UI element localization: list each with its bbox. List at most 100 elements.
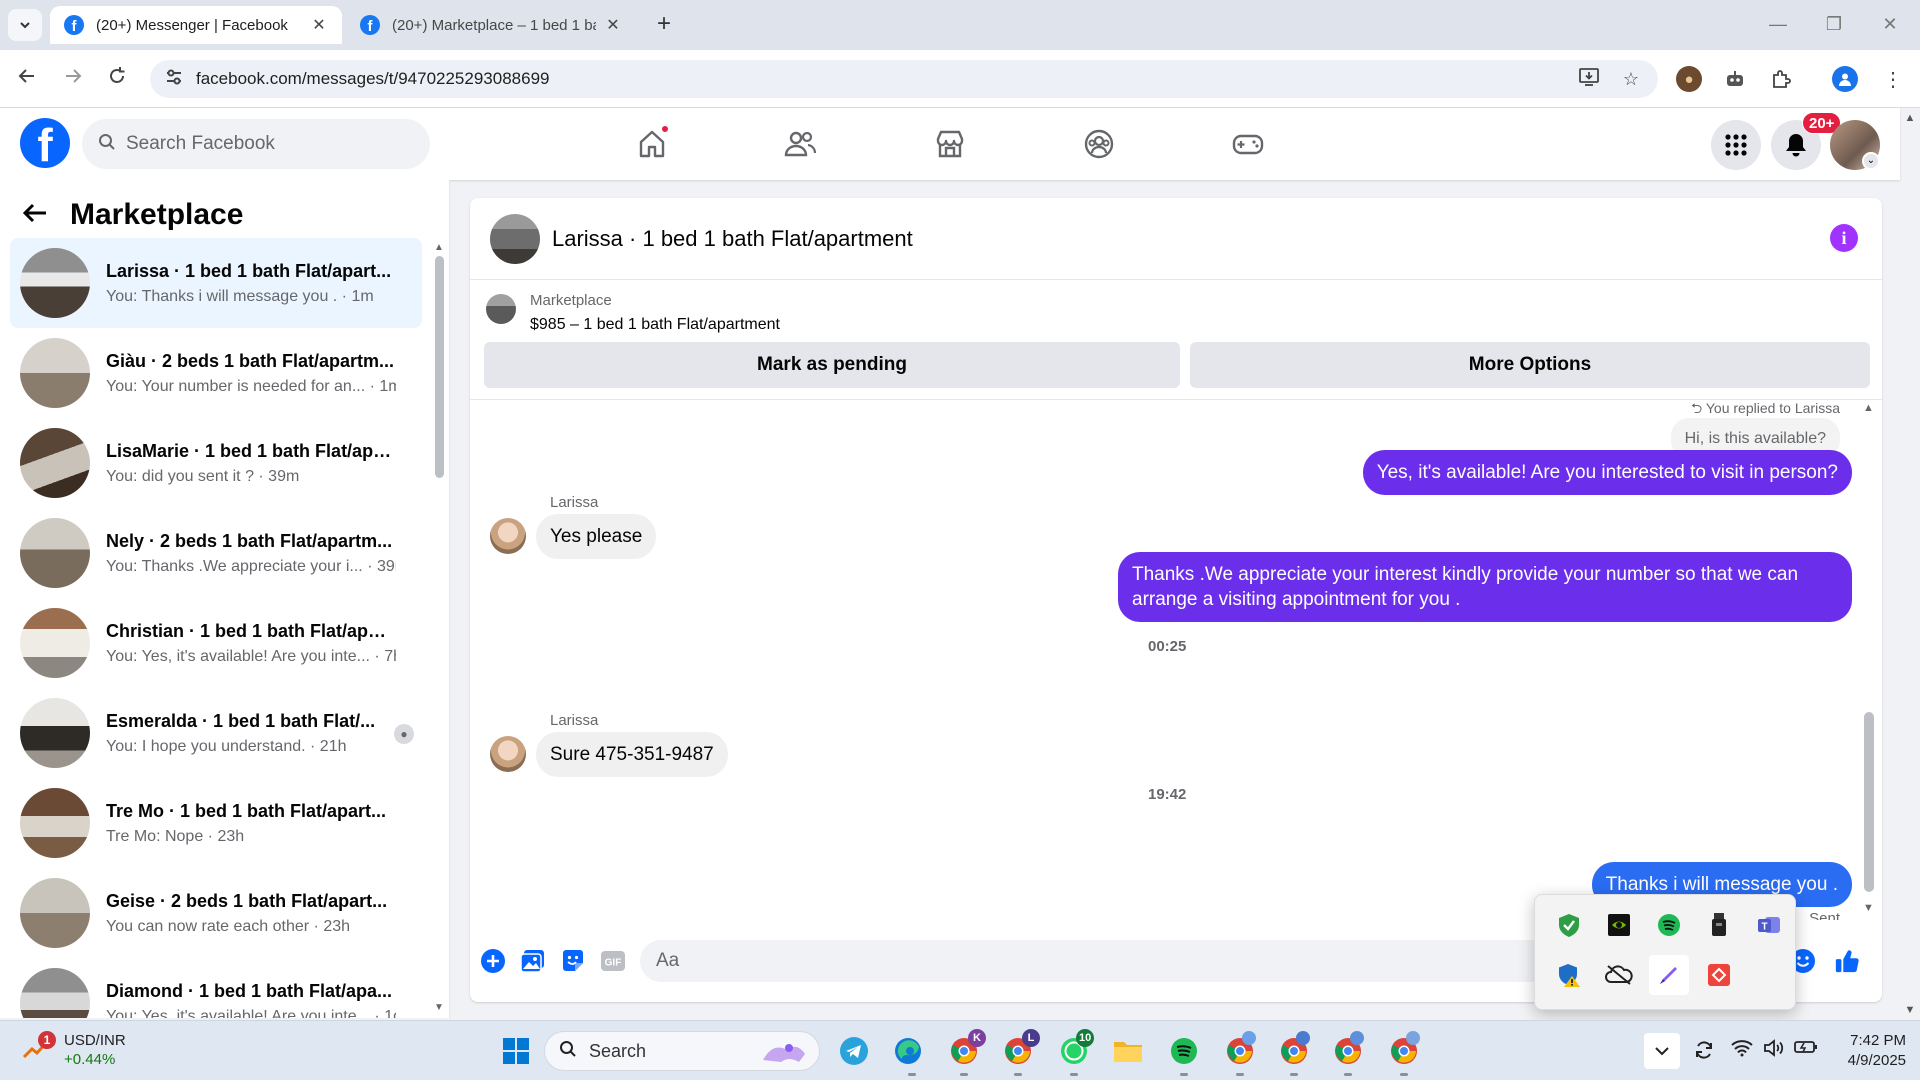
chat-title[interactable]: Larissa · 1 bed 1 bath Flat/apartment: [552, 226, 913, 252]
page-scroll-down-arrow[interactable]: ▼: [1900, 1004, 1920, 1016]
incoming-message[interactable]: Sure 475-351-9487: [536, 732, 728, 777]
onedrive-off-icon[interactable]: [1599, 955, 1639, 995]
bookmark-star-icon[interactable]: ☆: [1616, 69, 1646, 90]
chrome-profile-icon[interactable]: [1222, 1031, 1258, 1069]
conversation-item[interactable]: Tre Mo · 1 bed 1 bath Flat/apart... Tre M…: [10, 778, 422, 868]
teams-icon[interactable]: T: [1749, 905, 1789, 945]
chrome-profile-icon[interactable]: [1386, 1031, 1422, 1069]
scrollbar-thumb[interactable]: [435, 256, 444, 478]
address-bar[interactable]: facebook.com/messages/t/9470225293088699…: [150, 60, 1658, 98]
arrow-left-icon[interactable]: [22, 199, 56, 231]
new-tab-button[interactable]: +: [650, 11, 678, 39]
show-hidden-icons-button[interactable]: [1644, 1033, 1680, 1069]
nvidia-icon[interactable]: [1599, 905, 1639, 945]
search-facebook[interactable]: [82, 119, 430, 169]
tab-marketplace[interactable]: f (20+) Marketplace – 1 bed 1 ba ✕: [346, 6, 636, 44]
gif-icon[interactable]: GIF: [600, 948, 626, 974]
file-explorer-icon[interactable]: [1110, 1033, 1146, 1069]
add-icon[interactable]: [480, 948, 506, 974]
mark-as-pending-button[interactable]: Mark as pending: [484, 342, 1180, 388]
minimize-button[interactable]: —: [1758, 10, 1798, 38]
conversation-item[interactable]: Diamond · 1 bed 1 bath Flat/apa... You: Y…: [10, 958, 422, 1018]
more-options-button[interactable]: More Options: [1190, 342, 1870, 388]
market-widget[interactable]: 1 USD/INR +0.44%: [20, 1031, 126, 1069]
reload-button[interactable]: [102, 64, 132, 94]
nav-home[interactable]: [592, 116, 712, 172]
nav-friends[interactable]: [740, 116, 860, 172]
sticker-icon[interactable]: [560, 948, 586, 974]
info-icon[interactable]: i: [1830, 224, 1858, 252]
scroll-down-arrow[interactable]: ▼: [1863, 902, 1874, 914]
nav-marketplace[interactable]: [890, 116, 1010, 172]
battery-icon[interactable]: [1794, 1039, 1818, 1060]
outgoing-message[interactable]: Thanks .We appreciate your interest kind…: [1118, 552, 1852, 622]
edge-icon[interactable]: [890, 1033, 926, 1069]
outgoing-message[interactable]: Yes, it's available! Are you interested …: [1362, 450, 1852, 495]
conversation-item[interactable]: Giàu · 2 beds 1 bath Flat/apartm... You: …: [10, 328, 422, 418]
photo-icon[interactable]: [520, 948, 546, 974]
sync-icon[interactable]: [1692, 1039, 1716, 1066]
conversation-item[interactable]: Nely · 2 beds 1 bath Flat/apartm... You: …: [10, 508, 422, 598]
start-button[interactable]: [498, 1033, 534, 1069]
profile-icon[interactable]: [1832, 66, 1858, 92]
listing-title[interactable]: $985 – 1 bed 1 bath Flat/apartment: [530, 316, 780, 334]
conversation-item[interactable]: Esmeralda · 1 bed 1 bath Flat/... You: I …: [10, 688, 422, 778]
message-input[interactable]: [656, 950, 1556, 972]
chrome-profile-k-icon[interactable]: K: [946, 1029, 986, 1069]
chrome-profile-l-icon[interactable]: L: [1000, 1029, 1040, 1069]
tab-messenger[interactable]: f (20+) Messenger | Facebook ✕: [50, 6, 342, 44]
search-input[interactable]: [126, 133, 406, 155]
pen-icon[interactable]: [1649, 955, 1689, 995]
nav-groups[interactable]: [1039, 116, 1159, 172]
defender-warning-icon[interactable]: [1549, 955, 1589, 995]
forward-button[interactable]: [58, 64, 88, 94]
listing-avatar[interactable]: [490, 213, 540, 264]
robot-extension-icon[interactable]: [1722, 66, 1748, 92]
tab-search-button[interactable]: [8, 9, 42, 41]
maximize-button[interactable]: ❐: [1814, 10, 1854, 38]
security-shield-check-icon[interactable]: [1549, 905, 1589, 945]
conversation-item[interactable]: LisaMarie · 1 bed 1 bath Flat/apa... You:…: [10, 418, 422, 508]
chrome-profile-icon[interactable]: [1330, 1031, 1366, 1069]
chevron-down-icon[interactable]: ⌄: [1862, 152, 1880, 170]
chat-scrollbar[interactable]: ▲ ▼: [1862, 402, 1876, 922]
extensions-puzzle-icon[interactable]: [1768, 66, 1794, 92]
volume-icon[interactable]: [1762, 1039, 1786, 1062]
spotify-icon[interactable]: [1166, 1033, 1202, 1069]
close-icon[interactable]: ✕: [604, 15, 622, 35]
wifi-icon[interactable]: [1730, 1039, 1754, 1062]
usb-drive-icon[interactable]: [1699, 905, 1739, 945]
telegram-icon[interactable]: [836, 1033, 872, 1069]
conversation-item[interactable]: Geise · 2 beds 1 bath Flat/apart... You c…: [10, 868, 422, 958]
larissa-avatar[interactable]: [490, 518, 526, 554]
scroll-up-arrow[interactable]: ▲: [1863, 402, 1874, 414]
spotify-icon[interactable]: [1649, 905, 1689, 945]
scrollbar-thumb[interactable]: [1864, 712, 1874, 892]
install-app-icon[interactable]: [1574, 67, 1604, 92]
like-thumbs-up-icon[interactable]: [1834, 948, 1860, 974]
scroll-down-arrow[interactable]: ▼: [434, 1002, 444, 1013]
close-icon[interactable]: ✕: [310, 15, 328, 35]
taskbar-search[interactable]: Search: [544, 1031, 820, 1071]
facebook-logo[interactable]: f: [20, 118, 70, 168]
sidebar-scrollbar[interactable]: ▲: [434, 242, 446, 492]
site-settings-icon[interactable]: [162, 68, 186, 90]
url-text[interactable]: facebook.com/messages/t/9470225293088699: [196, 69, 1574, 89]
listing-thumbnail[interactable]: [486, 294, 516, 324]
whatsapp-icon[interactable]: 10: [1056, 1029, 1095, 1069]
scroll-up-arrow[interactable]: ▲: [434, 242, 444, 253]
nav-gaming[interactable]: [1188, 116, 1308, 172]
menu-button[interactable]: [1711, 120, 1761, 170]
system-clock[interactable]: 7:42 PM 4/9/2025: [1832, 1031, 1906, 1071]
more-menu-icon[interactable]: ⋮: [1880, 66, 1906, 92]
back-button[interactable]: [12, 64, 42, 94]
chrome-profile-icon[interactable]: [1276, 1031, 1312, 1069]
conversation-item[interactable]: Christian · 1 bed 1 bath Flat/apar... You…: [10, 598, 422, 688]
page-scroll-up-arrow[interactable]: ▲: [1900, 112, 1920, 124]
larissa-avatar[interactable]: [490, 736, 526, 772]
incoming-message[interactable]: Yes please: [536, 514, 657, 559]
conversation-item[interactable]: Larissa · 1 bed 1 bath Flat/apart... You:…: [10, 238, 422, 328]
anydesk-icon[interactable]: [1699, 955, 1739, 995]
cookie-extension-icon[interactable]: ●: [1676, 66, 1702, 92]
close-window-button[interactable]: ✕: [1870, 10, 1910, 38]
